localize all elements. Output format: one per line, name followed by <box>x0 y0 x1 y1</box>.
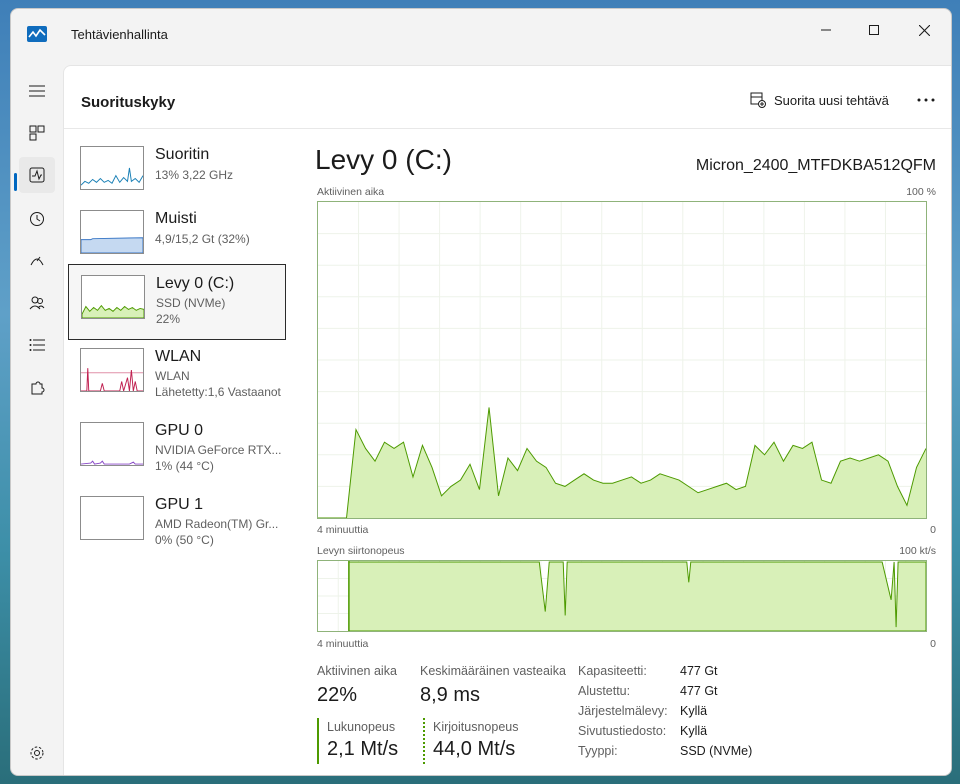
disk-title: Levy 0 (C:) <box>315 144 452 175</box>
write-speed-value: 44,0 Mt/s <box>433 738 516 760</box>
device-name: WLAN <box>155 348 202 365</box>
device-usage: 22% <box>156 312 181 326</box>
capacity-label: Kapasiteetti: <box>578 664 647 678</box>
close-icon <box>918 24 930 36</box>
capacity-value: 477 Gt <box>680 664 718 678</box>
device-detail: AMD Radeon(TM) Gr... <box>155 517 279 531</box>
system-disk-label: Järjestelmälevy: <box>578 704 668 718</box>
page-file-label: Sivutustiedosto: <box>578 724 667 738</box>
settings-gear-icon <box>30 746 44 760</box>
run-new-task-label: Suorita uusi tehtävä <box>774 92 889 108</box>
task-manager-logo-icon <box>27 26 47 42</box>
performance-icon <box>29 167 45 183</box>
nav-details[interactable] <box>19 327 55 363</box>
device-detail: 4,9/15,2 Gt (32%) <box>155 232 250 246</box>
graph1-max: 100 % <box>906 186 936 198</box>
maximize-icon <box>869 25 879 35</box>
graph2-time-left: 4 minuuttia <box>317 638 369 650</box>
device-detail: 13% 3,22 GHz <box>155 168 234 182</box>
gpu1-thumbnail-graph <box>80 496 144 540</box>
page-title: Suorituskyky <box>81 94 176 111</box>
disk-model: Micron_2400_MTFDKBA512QFM <box>695 157 936 174</box>
device-gpu-1[interactable]: GPU 1 AMD Radeon(TM) Gr... 0% (50 °C) <box>68 486 286 562</box>
startup-icon <box>30 256 44 266</box>
nav-services[interactable] <box>19 371 55 407</box>
header-separator <box>64 128 951 129</box>
device-name: Suoritin <box>155 146 210 163</box>
response-time-label: Keskimääräinen vasteaika <box>420 664 566 678</box>
hamburger-menu-button[interactable] <box>19 73 55 109</box>
nav-startup-apps[interactable] <box>19 243 55 279</box>
graph1-label: Aktiivinen aika <box>317 186 385 198</box>
minimize-button[interactable] <box>803 15 849 45</box>
device-usage: 0% (50 °C) <box>155 533 214 547</box>
transfer-rate-graph <box>317 560 927 632</box>
nav-users[interactable] <box>19 285 55 321</box>
device-name: Muisti <box>155 210 197 227</box>
wlan-thumbnail-graph <box>80 348 144 392</box>
details-list-icon <box>29 339 45 351</box>
device-name: GPU 0 <box>155 422 204 439</box>
more-options-button[interactable] <box>904 82 948 118</box>
services-puzzle-icon <box>31 381 45 395</box>
gpu0-thumbnail-graph <box>80 422 144 466</box>
nav-processes[interactable] <box>19 115 55 151</box>
read-speed-label: Lukunopeus <box>327 720 396 734</box>
device-name: GPU 1 <box>155 496 204 513</box>
device-usage: 1% (44 °C) <box>155 459 214 473</box>
system-disk-value: Kyllä <box>680 704 708 718</box>
active-time-graph <box>317 201 927 519</box>
history-icon <box>30 212 44 226</box>
nav-performance[interactable] <box>19 157 55 193</box>
disk-thumbnail-graph <box>81 275 145 319</box>
maximize-button[interactable] <box>851 15 897 45</box>
device-gpu-0[interactable]: GPU 0 NVIDIA GeForce RTX... 1% (44 °C) <box>68 412 286 488</box>
minimize-icon <box>821 29 831 31</box>
close-button[interactable] <box>901 15 947 45</box>
task-manager-window: Tehtävienhallinta Suorituskyky Suorita u… <box>10 8 952 776</box>
active-time-label: Aktiivinen aika <box>317 664 397 678</box>
write-speed-marker <box>423 718 425 764</box>
more-dots-icon <box>917 98 935 102</box>
graph2-time-right: 0 <box>930 638 936 650</box>
device-detail: NVIDIA GeForce RTX... <box>155 443 282 457</box>
cpu-thumbnail-graph <box>80 146 144 190</box>
formatted-value: 477 Gt <box>680 684 718 698</box>
write-speed-label: Kirjoitusnopeus <box>433 720 519 734</box>
graph2-label: Levyn siirtonopeus <box>317 545 405 557</box>
active-time-value: 22% <box>317 684 358 706</box>
run-new-task-button[interactable]: Suorita uusi tehtävä <box>742 82 897 118</box>
processes-icon <box>29 125 45 141</box>
run-task-icon <box>750 92 766 108</box>
title-bar[interactable]: Tehtävienhallinta <box>11 9 951 63</box>
graph1-time-left: 4 minuuttia <box>317 524 369 536</box>
graph2-max: 100 kt/s <box>899 545 936 557</box>
device-throughput: Lähetetty:1,6 Vastaanot <box>155 385 281 399</box>
formatted-label: Alustettu: <box>578 684 631 698</box>
nav-settings[interactable] <box>19 735 55 771</box>
navigation-rail <box>11 63 63 775</box>
transfer-rate-area <box>348 561 926 631</box>
device-name: Levy 0 (C:) <box>156 275 235 292</box>
read-speed-marker <box>317 718 319 764</box>
page-file-value: Kyllä <box>680 724 708 738</box>
users-icon <box>29 296 45 310</box>
device-detail: SSD (NVMe) <box>156 296 226 310</box>
hamburger-icon <box>29 85 45 97</box>
response-time-value: 8,9 ms <box>420 684 481 706</box>
content-panel: Suorituskyky Suorita uusi tehtävä Suorit… <box>63 65 951 775</box>
active-indicator <box>14 173 17 191</box>
type-label: Tyyppi: <box>578 744 618 758</box>
device-wlan[interactable]: WLAN WLAN Lähetetty:1,6 Vastaanot <box>68 338 286 414</box>
app-title: Tehtävienhallinta <box>71 27 168 42</box>
type-value: SSD (NVMe) <box>680 744 753 758</box>
read-speed-value: 2,1 Mt/s <box>327 738 399 760</box>
device-detail: WLAN <box>155 369 190 383</box>
graph1-time-right: 0 <box>930 524 936 536</box>
nav-app-history[interactable] <box>19 201 55 237</box>
device-disk-0[interactable]: Levy 0 (C:) SSD (NVMe) 22% <box>68 264 286 340</box>
memory-thumbnail-graph <box>80 210 144 254</box>
